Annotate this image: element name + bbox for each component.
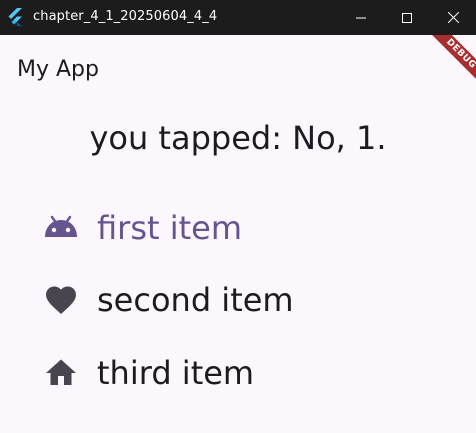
home-icon [43,355,79,391]
flutter-logo-icon [8,8,22,26]
close-icon [447,12,459,23]
maximize-button[interactable] [384,0,430,35]
list-item-second[interactable]: second item [43,278,294,322]
list-item-third[interactable]: third item [43,351,254,395]
app-content: My App DEBUG you tapped: No, 1. first it… [0,35,476,433]
maximize-icon [402,12,412,23]
window-titlebar[interactable]: chapter_4_1_20250604_4_4 [0,0,476,35]
debug-banner: DEBUG [396,35,476,115]
list-item-label: third item [97,354,255,392]
window-title: chapter_4_1_20250604_4_4 [33,9,218,24]
close-button[interactable] [430,0,476,35]
minimize-icon [356,17,366,18]
list-item-first[interactable]: first item [43,206,242,250]
list-item-label: first item [97,209,242,247]
app-bar-title: My App [17,57,99,82]
tapped-status-text: you tapped: No, 1. [89,119,387,157]
heart-icon [43,282,79,318]
android-icon [43,210,79,246]
debug-banner-label: DEBUG [422,35,476,93]
minimize-button[interactable] [338,0,384,35]
list-item-label: second item [97,281,294,319]
